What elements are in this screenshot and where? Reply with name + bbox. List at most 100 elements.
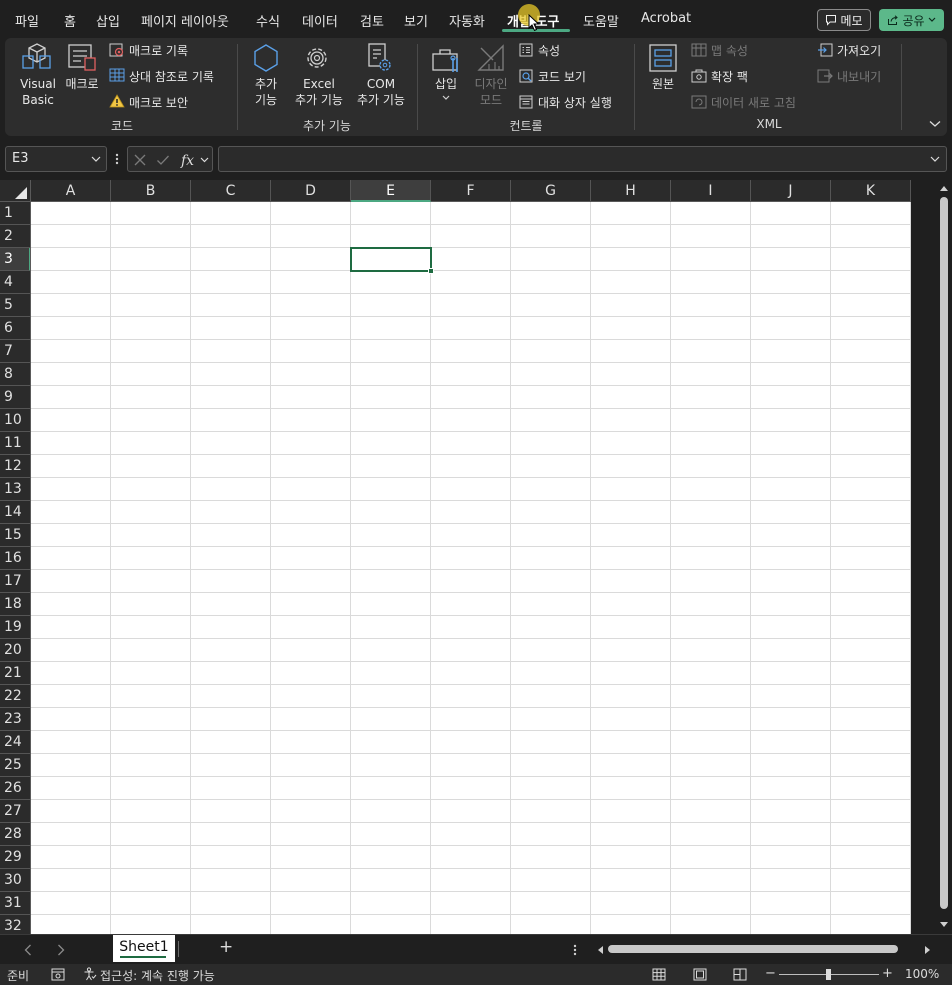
row-header[interactable]: 9 (0, 386, 30, 409)
column-header[interactable]: G (511, 180, 591, 202)
row-header[interactable]: 24 (0, 731, 30, 754)
scroll-up-icon[interactable] (939, 184, 949, 192)
column-header[interactable]: D (271, 180, 351, 202)
add-sheet-button[interactable]: + (219, 937, 233, 957)
cell-grid[interactable] (31, 202, 911, 934)
scroll-down-icon[interactable] (939, 921, 949, 929)
row-header[interactable]: 6 (0, 317, 30, 340)
row-header[interactable]: 15 (0, 524, 30, 547)
memo-label: 메모 (840, 13, 863, 28)
column-header[interactable]: A (31, 180, 111, 202)
group-label-controls: 컨트롤 (509, 119, 543, 133)
zoom-out-button[interactable]: − (765, 966, 776, 981)
record-macro-icon (109, 43, 124, 57)
row-header[interactable]: 16 (0, 547, 30, 570)
tab-insert[interactable]: 삽입 (96, 11, 120, 30)
memo-button[interactable]: 메모 (817, 9, 871, 31)
insert-function-icon[interactable]: fx (180, 151, 198, 169)
scroll-left-icon[interactable] (596, 945, 604, 955)
scroll-right-icon[interactable] (924, 945, 932, 955)
row-header[interactable]: 20 (0, 639, 30, 662)
row-header[interactable]: 2 (0, 225, 30, 248)
row-header[interactable]: 25 (0, 754, 30, 777)
tab-view[interactable]: 보기 (404, 11, 428, 30)
fill-handle[interactable] (428, 268, 434, 274)
zoom-level[interactable]: 100% (905, 967, 939, 981)
row-header[interactable]: 29 (0, 846, 30, 869)
status-bar: 준비 접근성: 계속 진행 가능 − + 100% (0, 964, 952, 985)
chevron-down-icon (928, 17, 935, 22)
row-header[interactable]: 18 (0, 593, 30, 616)
column-header[interactable]: K (831, 180, 911, 202)
row-header[interactable]: 21 (0, 662, 30, 685)
row-header[interactable]: 8 (0, 363, 30, 386)
row-header[interactable]: 1 (0, 202, 30, 225)
more-sheets-icon[interactable] (572, 943, 578, 957)
zoom-in-button[interactable]: + (882, 966, 893, 981)
row-header[interactable]: 13 (0, 478, 30, 501)
vertical-scroll-thumb[interactable] (940, 197, 948, 909)
enter-check-icon[interactable] (156, 153, 170, 167)
collapse-ribbon-icon[interactable] (929, 120, 941, 128)
row-header[interactable]: 3 (0, 248, 30, 271)
row-header[interactable]: 10 (0, 409, 30, 432)
tab-automate[interactable]: 자동화 (449, 11, 485, 30)
select-all-button[interactable] (0, 180, 31, 202)
prev-sheet-icon[interactable] (24, 944, 32, 956)
column-header[interactable]: E (351, 180, 431, 202)
more-options-icon[interactable] (114, 152, 120, 166)
tab-review[interactable]: 검토 (360, 11, 384, 30)
row-header[interactable]: 27 (0, 800, 30, 823)
accessibility-status[interactable]: 접근성: 계속 진행 가능 (100, 967, 215, 984)
row-header[interactable]: 32 (0, 915, 30, 934)
share-button[interactable]: 공유 (879, 9, 944, 31)
vertical-scrollbar[interactable] (936, 180, 952, 934)
row-header[interactable]: 17 (0, 570, 30, 593)
page-break-view-icon[interactable] (733, 968, 747, 981)
row-header[interactable]: 14 (0, 501, 30, 524)
row-header[interactable]: 31 (0, 892, 30, 915)
name-box[interactable]: E3 (5, 146, 107, 172)
row-header[interactable]: 30 (0, 869, 30, 892)
page-layout-view-icon[interactable] (693, 968, 707, 981)
tab-file[interactable]: 파일 (15, 11, 39, 30)
macro-record-status-icon[interactable] (51, 968, 65, 981)
column-header[interactable]: B (111, 180, 191, 202)
properties-icon (519, 43, 533, 57)
accessibility-icon[interactable] (83, 967, 97, 981)
row-header[interactable]: 26 (0, 777, 30, 800)
column-header[interactable]: F (431, 180, 511, 202)
row-header[interactable]: 19 (0, 616, 30, 639)
tab-help[interactable]: 도움말 (583, 11, 619, 30)
next-sheet-icon[interactable] (57, 944, 65, 956)
column-header[interactable]: J (751, 180, 831, 202)
horizontal-scroll-thumb[interactable] (608, 945, 898, 953)
tab-formulas[interactable]: 수식 (256, 11, 280, 30)
row-header[interactable]: 22 (0, 685, 30, 708)
row-header[interactable]: 7 (0, 340, 30, 363)
properties-label: 속성 (538, 44, 561, 58)
macros-icon (68, 44, 96, 71)
formula-input[interactable] (218, 146, 947, 172)
tab-acrobat[interactable]: Acrobat (641, 11, 691, 26)
row-header[interactable]: 11 (0, 432, 30, 455)
column-header[interactable]: H (591, 180, 671, 202)
tab-data[interactable]: 데이터 (302, 11, 338, 30)
column-header[interactable]: I (671, 180, 751, 202)
tab-home[interactable]: 홈 (64, 11, 76, 30)
expand-formula-icon[interactable] (930, 156, 940, 163)
row-header[interactable]: 5 (0, 294, 30, 317)
row-header[interactable]: 23 (0, 708, 30, 731)
row-header[interactable]: 28 (0, 823, 30, 846)
row-header[interactable]: 4 (0, 271, 30, 294)
normal-view-icon[interactable] (652, 968, 666, 981)
chevron-down-icon (200, 157, 209, 163)
cancel-icon[interactable] (133, 153, 147, 167)
horizontal-scrollbar[interactable] (594, 942, 936, 956)
row-header[interactable]: 12 (0, 455, 30, 478)
tab-page-layout[interactable]: 페이지 레이아웃 (141, 11, 229, 30)
zoom-slider-thumb[interactable] (826, 969, 831, 980)
active-cell[interactable] (350, 247, 432, 272)
column-header[interactable]: C (191, 180, 271, 202)
ready-status: 준비 (7, 969, 30, 983)
